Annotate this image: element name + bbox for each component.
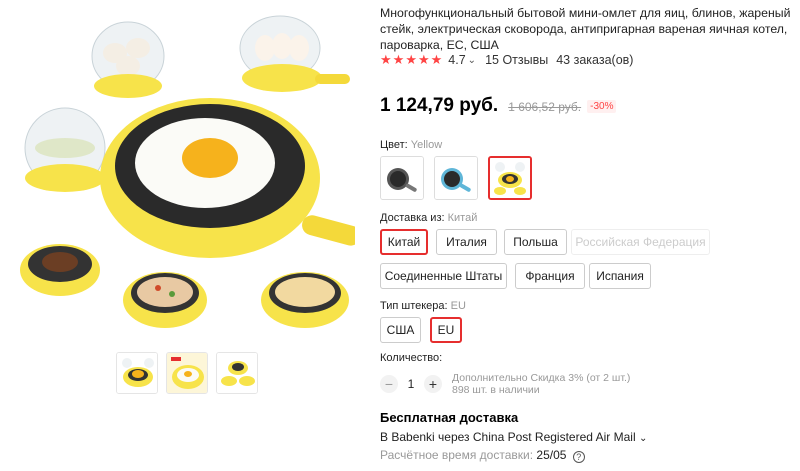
discount-badge: -30%: [587, 100, 617, 113]
pan-yellow-icon[interactable]: [488, 156, 532, 200]
quantity-label: Количество:: [380, 352, 443, 364]
current-price: 1 124,79 руб.: [380, 95, 499, 116]
ship-option-china[interactable]: Китай: [380, 229, 428, 255]
color-swatches: [380, 156, 532, 200]
price-row: 1 124,79 руб. 1 606,52 руб. -30%: [380, 95, 617, 117]
pan-gray-icon[interactable]: [380, 156, 424, 200]
star-icon: ★: [392, 52, 405, 67]
color-selected: Yellow: [410, 139, 443, 151]
rating-value[interactable]: 4.7: [448, 53, 465, 67]
main-product-image[interactable]: [10, 8, 361, 343]
color-label: Цвет: Yellow: [380, 139, 442, 151]
ship-from-label-text: Доставка из:: [380, 212, 445, 224]
ship-from-label: Доставка из: Китай: [380, 212, 477, 224]
rating-row: ★ ★ ★ ★ ★ 4.7 ⌄ 15 Отзывы 43 заказа(ов): [380, 53, 634, 68]
ship-option-russia: Российская Федерация: [571, 229, 710, 255]
plug-label-text: Тип штекера:: [380, 300, 448, 312]
quantity-minus-button[interactable]: −: [380, 375, 398, 393]
quantity-note: Дополнительно Скидка 3% (от 2 шт.) 898 ш…: [452, 372, 630, 396]
chevron-down-icon[interactable]: ⌄: [468, 55, 476, 66]
free-shipping-title: Бесплатная доставка: [380, 410, 519, 425]
ship-from-selected: Китай: [447, 212, 478, 224]
quantity-stepper: − 1 + Дополнительно Скидка 3% (от 2 шт.)…: [380, 372, 630, 396]
plug-label: Тип штекера: EU: [380, 300, 466, 312]
ship-option-france[interactable]: Франция: [515, 263, 585, 289]
delivery-method[interactable]: В Babenki через China Post Registered Ai…: [380, 430, 647, 444]
delivery-estimate: Расчётное время доставки: 25/05 ?: [380, 448, 585, 463]
color-label-text: Цвет:: [380, 139, 408, 151]
ship-option-usa[interactable]: Соединенные Штаты: [380, 263, 507, 289]
ship-option-italy[interactable]: Италия: [436, 229, 497, 255]
plug-option-eu[interactable]: EU: [430, 317, 462, 343]
old-price: 1 606,52 руб.: [508, 100, 582, 114]
plug-option-us[interactable]: США: [380, 317, 421, 343]
bulk-discount-note: Дополнительно Скидка 3% (от 2 шт.): [452, 372, 631, 384]
pan-blue-icon[interactable]: [434, 156, 478, 200]
plug-selected: EU: [450, 300, 466, 312]
orders-count: 43 заказа(ов): [556, 53, 634, 67]
thumb-cooker-icon[interactable]: [116, 352, 158, 394]
quantity-value[interactable]: 1: [398, 377, 424, 391]
rating-stars: ★ ★ ★ ★ ★: [380, 53, 442, 67]
star-icon: ★: [405, 52, 417, 67]
product-title: Многофункциональный бытовой мини-омлет д…: [380, 6, 791, 52]
ship-option-spain[interactable]: Испания: [589, 263, 651, 289]
star-icon: ★: [430, 52, 443, 67]
star-icon: ★: [380, 52, 392, 67]
delivery-method-text: В Babenki через China Post Registered Ai…: [380, 430, 636, 444]
delivery-est-date: 25/05: [536, 448, 567, 462]
quantity-plus-button[interactable]: +: [424, 375, 442, 393]
stock-count: 898 шт. в наличии: [452, 384, 540, 396]
thumb-set-icon[interactable]: [216, 352, 258, 394]
chevron-down-icon[interactable]: ⌄: [639, 433, 647, 444]
help-icon[interactable]: ?: [572, 451, 585, 463]
thumbnail-strip: [116, 352, 258, 394]
thumb-pan-icon[interactable]: [166, 352, 208, 394]
reviews-link[interactable]: 15 Отзывы: [485, 53, 548, 67]
ship-option-poland[interactable]: Польша: [504, 229, 567, 255]
delivery-est-label: Расчётное время доставки:: [380, 448, 534, 462]
star-icon: ★: [417, 52, 430, 67]
